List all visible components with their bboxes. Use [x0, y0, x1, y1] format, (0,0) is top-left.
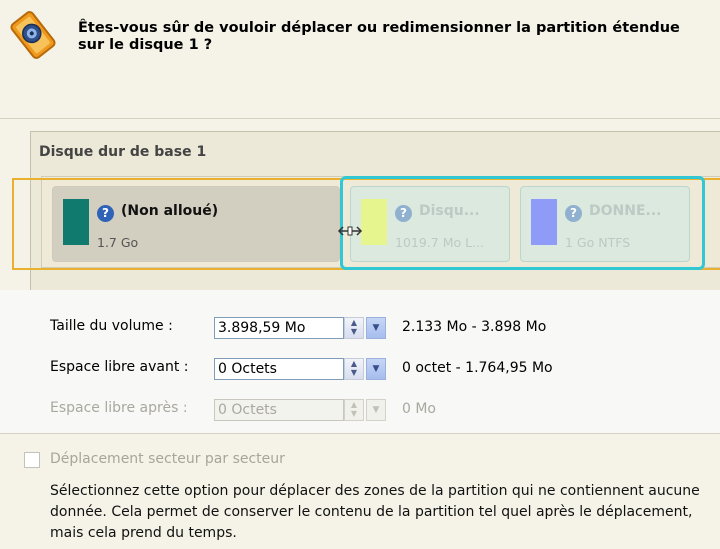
partition-size: 1.7 Go: [97, 235, 139, 250]
volume-size-range: 2.133 Mo - 3.898 Mo: [402, 319, 547, 335]
free-before-input[interactable]: 0 Octets: [214, 358, 344, 380]
option-description: Sélectionnez cette option pour déplacer …: [50, 483, 700, 541]
free-after-label: Espace libre après :: [50, 400, 188, 416]
header-divider: [0, 118, 720, 119]
options-divider: [0, 433, 720, 434]
free-before-spinner[interactable]: ▲ ▼: [344, 358, 364, 380]
free-after-dropdown: ▼: [366, 399, 386, 421]
free-after-range: 0 Mo: [402, 401, 437, 417]
wizard-header: Êtes-vous sûr de vouloir déplacer ou red…: [0, 0, 720, 112]
resize-settings-panel: Taille du volume : 3.898,59 Mo ▲ ▼ ▼ 2.13…: [0, 290, 720, 433]
free-after-input: 0 Octets: [214, 399, 344, 421]
free-after-spinner: ▲ ▼: [344, 399, 364, 421]
volume-size-label: Taille du volume :: [50, 318, 173, 334]
resize-handle-icon[interactable]: [337, 224, 363, 238]
page-title: Êtes-vous sûr de vouloir déplacer ou red…: [78, 20, 680, 53]
volume-size-spinner[interactable]: ▲ ▼: [344, 317, 364, 339]
volume-size-input[interactable]: 3.898,59 Mo: [214, 317, 344, 339]
free-before-range: 0 octet - 1.764,95 Mo: [402, 360, 553, 376]
extended-partition-outline[interactable]: [340, 176, 705, 270]
disk-move-icon: [10, 11, 56, 59]
partition-unallocated[interactable]: ? (Non alloué) 1.7 Go: [52, 186, 340, 262]
sector-by-sector-label: Déplacement secteur par secteur: [50, 451, 285, 467]
help-icon: ?: [97, 205, 114, 222]
partition-name: (Non alloué): [121, 203, 219, 219]
free-before-label: Espace libre avant :: [50, 359, 189, 375]
sector-by-sector-checkbox[interactable]: [24, 452, 40, 468]
volume-size-dropdown[interactable]: ▼: [366, 317, 386, 339]
disk-title: Disque dur de base 1: [39, 144, 207, 160]
free-before-dropdown[interactable]: ▼: [366, 358, 386, 380]
partition-color-swatch: [63, 199, 89, 245]
